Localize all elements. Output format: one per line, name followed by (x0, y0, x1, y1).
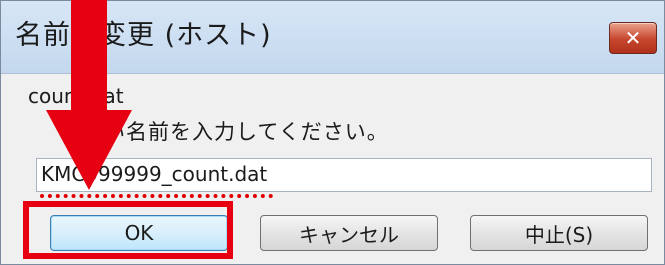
down-arrow-icon (46, 0, 132, 190)
close-button[interactable]: ✕ (609, 22, 657, 54)
abort-button[interactable]: 中止(S) (470, 215, 648, 251)
cancel-button[interactable]: キャンセル (260, 215, 438, 251)
ok-highlight-box (23, 201, 233, 259)
close-icon: ✕ (624, 26, 642, 50)
